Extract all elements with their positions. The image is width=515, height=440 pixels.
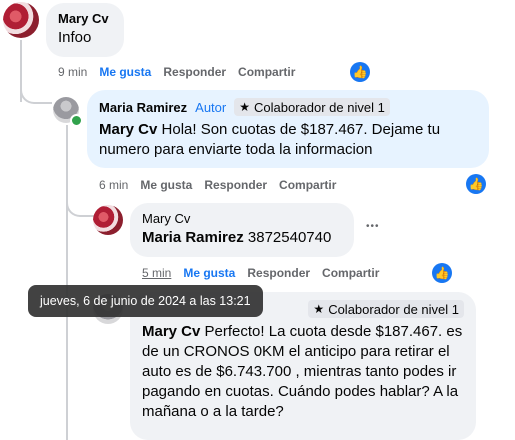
comment-text: Mary Cv Perfecto! La cuota desde $187.46… bbox=[142, 322, 464, 422]
comment-bubble: Mary Cv Infoo bbox=[46, 3, 124, 57]
reply-button[interactable]: Responder bbox=[247, 266, 310, 280]
like-button[interactable]: Me gusta bbox=[140, 178, 192, 192]
comment-actions: 6 min Me gusta Responder Compartir bbox=[99, 178, 336, 192]
mention[interactable]: Mary Cv bbox=[142, 323, 200, 340]
mention[interactable]: Maria Ramirez bbox=[142, 229, 244, 246]
like-button[interactable]: Me gusta bbox=[183, 266, 235, 280]
mention[interactable]: Mary Cv bbox=[99, 121, 157, 138]
thumbs-up-icon[interactable]: 👍 bbox=[350, 62, 370, 82]
badge-label: Colaborador de nivel 1 bbox=[328, 301, 459, 317]
comment-actions: 5 min Me gusta Responder Compartir bbox=[142, 266, 379, 280]
comment-time[interactable]: 9 min bbox=[58, 65, 87, 79]
reply-button[interactable]: Responder bbox=[163, 65, 226, 79]
comment-actions: 9 min Me gusta Responder Compartir bbox=[58, 65, 295, 79]
timestamp-tooltip: jueves, 6 de junio de 2024 a las 13:21 bbox=[28, 285, 263, 317]
star-icon: ★ bbox=[313, 302, 325, 316]
comment-author[interactable]: Mary Cv bbox=[58, 11, 112, 26]
share-button[interactable]: Compartir bbox=[322, 266, 379, 280]
like-button[interactable]: Me gusta bbox=[99, 65, 151, 79]
thumbs-up-icon[interactable]: 👍 bbox=[432, 263, 452, 283]
avatar[interactable] bbox=[3, 2, 39, 38]
comment-time[interactable]: 6 min bbox=[99, 178, 128, 192]
comment-bubble: Maria Ramirez Autor ★ Colaborador de niv… bbox=[87, 90, 489, 168]
reply-button[interactable]: Responder bbox=[204, 178, 267, 192]
star-icon: ★ bbox=[239, 100, 250, 114]
thread-line bbox=[66, 125, 68, 440]
comment-text: Infoo bbox=[58, 29, 92, 46]
thumbs-up-icon[interactable]: 👍 bbox=[466, 174, 486, 194]
author-role: Autor bbox=[195, 99, 227, 115]
share-button[interactable]: Compartir bbox=[238, 65, 295, 79]
comment-time[interactable]: 5 min bbox=[142, 266, 171, 280]
share-button[interactable]: Compartir bbox=[279, 178, 336, 192]
online-indicator bbox=[70, 114, 83, 127]
contributor-badge: ★ Colaborador de nivel 1 bbox=[308, 300, 464, 318]
badge-label: Colaborador de nivel 1 bbox=[254, 99, 385, 115]
comment-author[interactable]: Maria Ramirez bbox=[99, 100, 187, 115]
avatar[interactable] bbox=[93, 205, 123, 235]
comment-author[interactable]: Mary Cv bbox=[142, 211, 342, 226]
more-options-icon[interactable]: ••• bbox=[366, 221, 380, 232]
comment-text: Maria Ramirez 3872540740 bbox=[142, 228, 342, 248]
comment-body: 3872540740 bbox=[243, 229, 332, 246]
contributor-badge: ★ Colaborador de nivel 1 bbox=[234, 98, 390, 116]
comment-text: Mary Cv Hola! Son cuotas de $187.467. De… bbox=[99, 120, 477, 160]
comment-bubble: Mary Cv Maria Ramirez 3872540740 bbox=[130, 203, 354, 257]
thread-curve bbox=[20, 70, 52, 104]
thread-curve bbox=[66, 185, 94, 217]
